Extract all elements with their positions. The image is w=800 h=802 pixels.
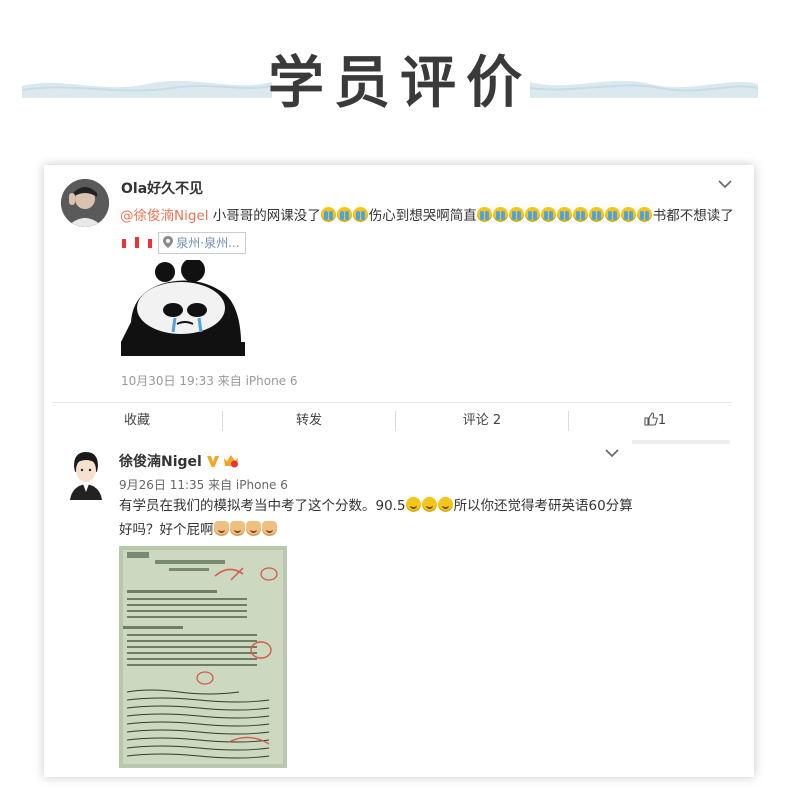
crying-emoji-icon	[620, 207, 636, 222]
post-body: @徐俊湳Nigel 小哥哥的网课没了 伤心到想哭啊简直 书都不想读了 泉州·泉州..…	[120, 203, 735, 257]
post-text-part: 书都不想读了	[652, 208, 734, 224]
user-avatar[interactable]	[61, 179, 109, 227]
weibo-post-card: Ola好久不见 @徐俊湳Nigel 小哥哥的网课没了 伤心到想哭啊简直 书都不想读了…	[44, 165, 754, 777]
crying-emoji-icon	[556, 207, 572, 222]
red-marks-icon	[122, 237, 152, 248]
crying-emoji-icon	[604, 207, 620, 222]
like-button[interactable]: 1	[569, 403, 741, 439]
comment-label: 评论 2	[462, 413, 502, 428]
thumbs-up-icon	[644, 412, 658, 426]
cat-emoji-icon	[261, 521, 277, 536]
cat-emoji-icon	[213, 521, 229, 536]
crying-emoji-group	[476, 207, 653, 224]
crying-emoji-icon	[492, 207, 508, 222]
divider	[632, 440, 730, 444]
location-label: 泉州·泉州...	[176, 236, 240, 250]
crying-emoji-icon	[540, 207, 556, 222]
post-text-part: 小哥哥的网课没了	[208, 208, 321, 224]
post-username[interactable]: Ola好久不见	[121, 178, 203, 198]
author-avatar[interactable]	[66, 448, 106, 500]
cat-emoji-icon	[245, 521, 261, 536]
crying-emoji-icon	[352, 207, 368, 222]
action-bar: 收藏 转发 评论 2 1	[52, 402, 732, 439]
location-tag[interactable]: 泉州·泉州...	[158, 232, 246, 254]
repost-label: 转发	[295, 413, 322, 428]
comment-button[interactable]: 评论 2	[396, 403, 568, 439]
mention-link[interactable]: @徐俊湳Nigel	[120, 208, 208, 224]
author-timestamp: 9月26日 11:35 来自 iPhone 6	[119, 478, 288, 492]
crying-emoji-icon	[588, 207, 604, 222]
smile-emoji-icon	[437, 497, 453, 512]
chevron-down-icon[interactable]	[718, 179, 732, 189]
crying-emoji-icon	[524, 207, 540, 222]
author-username[interactable]: 徐俊湳Nigel	[119, 451, 239, 471]
verified-v-icon	[206, 456, 219, 467]
crying-emoji-group	[320, 207, 369, 224]
post-text-part: 伤心到想哭啊简直	[368, 208, 477, 224]
post-text-part: 有学员在我们的模拟考当中考了这个分数。90.5	[119, 498, 406, 514]
chevron-down-icon[interactable]	[605, 448, 619, 458]
crying-emoji-icon	[572, 207, 588, 222]
original-post: 徐俊湳Nigel 9月26日 11:35 来自 iPhone 6 有学员在我们的…	[44, 438, 754, 777]
smile-emoji-icon	[405, 497, 421, 512]
smile-emoji-group	[405, 497, 454, 514]
author-name: 徐俊湳Nigel	[119, 454, 202, 470]
crying-emoji-icon	[636, 207, 652, 222]
original-post-body: 有学员在我们的模拟考当中考了这个分数。90.5 所以你还觉得考研英语60分算好吗？…	[119, 494, 639, 542]
location-pin-icon	[163, 236, 174, 248]
page-title: 学员评价	[268, 51, 532, 116]
crying-panda-image[interactable]	[121, 260, 245, 356]
crying-emoji-icon	[320, 207, 336, 222]
cat-emoji-group	[213, 521, 278, 538]
member-crown-icon	[223, 455, 238, 468]
post-timestamp: 10月30日 19:33 来自 iPhone 6	[121, 374, 298, 388]
smile-emoji-icon	[421, 497, 437, 512]
crying-emoji-icon	[508, 207, 524, 222]
exam-paper-photo[interactable]	[119, 546, 287, 768]
favorite-label: 收藏	[123, 413, 150, 428]
like-count: 1	[657, 413, 667, 428]
avatar-photo-icon	[61, 179, 109, 227]
crying-emoji-icon	[336, 207, 352, 222]
page-header: 学员评价	[0, 0, 800, 140]
crying-emoji-icon	[476, 207, 492, 222]
cat-emoji-icon	[229, 521, 245, 536]
repost-button[interactable]: 转发	[223, 403, 395, 439]
favorite-button[interactable]: 收藏	[52, 403, 222, 439]
